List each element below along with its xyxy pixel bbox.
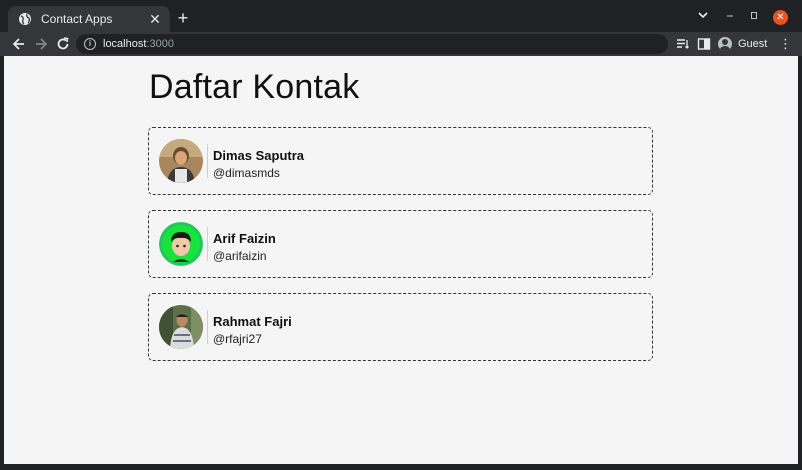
address-bar[interactable]: i localhost:3000 [76,34,668,54]
side-panel-icon[interactable] [697,37,711,51]
divider [207,227,208,261]
avatar [159,222,203,266]
contact-name: Arif Faizin [213,231,276,246]
contact-handle: @rfajri27 [213,332,262,346]
contact-handle: @arifaizin [213,249,267,263]
url-host: localhost [103,38,147,50]
contact-card[interactable]: Arif Faizin @arifaizin [148,210,653,278]
divider [207,310,208,344]
divider [207,144,208,178]
globe-icon [18,12,32,26]
contact-handle: @dimasmds [213,166,280,180]
tab-search-icon[interactable] [697,9,709,24]
url-port: :3000 [146,38,174,50]
more-menu-icon[interactable]: ⋮ [779,37,792,51]
browser-tab[interactable]: Contact Apps ✕ [8,6,170,32]
page-viewport: Daftar Kontak Dimas Saputra @dimasmds Ar… [4,56,798,464]
minimize-icon[interactable] [725,10,735,25]
reading-list-icon[interactable] [676,37,690,51]
guest-avatar-icon [718,37,732,51]
tab-close-icon[interactable]: ✕ [148,11,162,28]
browser-toolbar: i localhost:3000 Guest ⋮ [0,32,802,56]
avatar [159,139,203,183]
close-window-icon[interactable]: ✕ [773,10,788,25]
contact-card[interactable]: Rahmat Fajri @rfajri27 [148,293,653,361]
avatar [159,305,203,349]
new-tab-button[interactable]: + [174,9,192,27]
maximize-icon[interactable] [749,10,759,25]
reload-icon[interactable] [55,36,71,52]
site-info-icon[interactable]: i [84,38,96,50]
page-title: Daftar Kontak [149,68,360,106]
profile-label: Guest [738,38,768,50]
contact-card[interactable]: Dimas Saputra @dimasmds [148,127,653,195]
contact-name: Dimas Saputra [213,148,305,163]
profile-button[interactable]: Guest [716,35,771,53]
tab-title: Contact Apps [41,12,113,26]
browser-tabstrip: Contact Apps ✕ + ✕ [0,0,802,32]
back-arrow-icon[interactable] [11,36,27,52]
contact-name: Rahmat Fajri [213,314,292,329]
forward-arrow-icon[interactable] [33,36,49,52]
